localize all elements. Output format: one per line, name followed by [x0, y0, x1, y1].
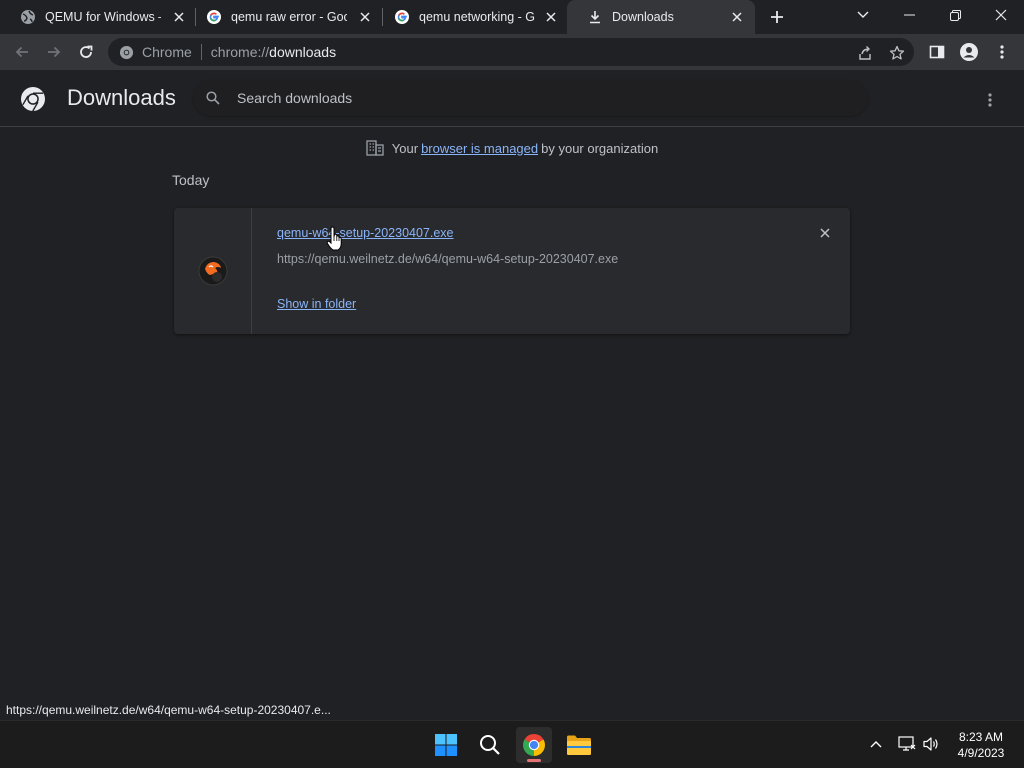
tab-downloads[interactable]: Downloads [567, 0, 755, 34]
chrome-menu-icon[interactable] [990, 40, 1014, 64]
close-tab-icon[interactable] [357, 9, 373, 25]
browser-toolbar: Chrome chrome://downloads [0, 34, 1024, 70]
google-icon [206, 9, 222, 25]
file-icon-column [174, 208, 252, 334]
profile-icon[interactable] [957, 40, 981, 64]
search-icon [205, 90, 221, 106]
globe-icon [20, 9, 36, 25]
managed-notice: Your browser is managed by your organiza… [0, 139, 1024, 157]
remove-from-list-icon[interactable] [817, 225, 833, 241]
forward-button[interactable] [42, 40, 66, 64]
hand-cursor-icon [326, 226, 342, 251]
browser-managed-link[interactable]: browser is managed [421, 141, 538, 156]
volume-icon[interactable] [923, 735, 941, 753]
close-tab-icon[interactable] [729, 9, 745, 25]
omnibox-divider [200, 44, 202, 60]
side-panel-icon[interactable] [925, 40, 949, 64]
download-source-url: https://qemu.weilnetz.de/w64/qemu-w64-se… [277, 252, 619, 266]
clock-date: 4/9/2023 [957, 746, 1005, 760]
more-actions-icon[interactable] [978, 88, 1002, 112]
network-icon[interactable] [898, 735, 916, 753]
download-icon [587, 9, 603, 25]
tab-title: QEMU for Windows – In [45, 10, 161, 24]
qemu-app-icon [198, 256, 227, 286]
chrome-icon[interactable] [516, 727, 552, 763]
chrome-site-icon[interactable] [118, 44, 134, 60]
url-host: downloads [269, 44, 337, 60]
site-chip-label: Chrome [142, 44, 192, 60]
tab-title: qemu raw error - Goog [231, 10, 347, 24]
google-icon [394, 9, 410, 25]
download-item-card: qemu-w64-setup-20230407.exe https://qemu… [174, 208, 850, 334]
managed-suffix: by your organization [541, 140, 659, 156]
close-tab-icon[interactable] [543, 9, 559, 25]
building-icon [366, 139, 384, 157]
tab-strip: QEMU for Windows – In qemu raw error - G… [0, 0, 1024, 34]
tab-qemu-networking[interactable]: qemu networking - Go [374, 0, 567, 34]
share-icon[interactable] [856, 44, 874, 62]
search-icon[interactable] [472, 727, 508, 763]
download-file-name-link[interactable]: qemu-w64-setup-20230407.exe [277, 226, 454, 240]
close-window-button[interactable] [978, 0, 1024, 30]
url-scheme: chrome:// [210, 44, 270, 60]
new-tab-button[interactable] [766, 6, 788, 28]
search-input[interactable] [237, 90, 837, 106]
link-status-bar: https://qemu.weilnetz.de/w64/qemu-w64-se… [0, 700, 337, 720]
minimize-button[interactable] [886, 0, 932, 30]
windows-start-icon[interactable] [428, 727, 464, 763]
taskbar-clock[interactable]: 8:23 AM 4/9/2023 [948, 729, 1014, 761]
back-button[interactable] [10, 40, 34, 64]
page-title: Downloads [67, 85, 176, 110]
tab-title: qemu networking - Go [419, 10, 535, 24]
reload-button[interactable] [74, 40, 98, 64]
tab-qemu-for-windows[interactable]: QEMU for Windows – In [0, 0, 195, 34]
url-text[interactable]: chrome://downloads [211, 44, 336, 60]
active-app-indicator [527, 759, 541, 762]
close-tab-icon[interactable] [171, 9, 187, 25]
file-explorer-icon[interactable] [561, 727, 597, 763]
show-hidden-icons-chevron-icon[interactable] [867, 735, 885, 753]
show-in-folder-link[interactable]: Show in folder [277, 297, 356, 311]
tab-qemu-raw-error[interactable]: qemu raw error - Goog [186, 0, 381, 34]
tab-title: Downloads [612, 10, 674, 24]
bookmark-star-icon[interactable] [888, 44, 906, 62]
chrome-logo-icon [21, 87, 45, 112]
restore-button[interactable] [932, 0, 978, 30]
windows-taskbar: 8:23 AM 4/9/2023 [0, 720, 1024, 768]
clock-time: 8:23 AM [958, 730, 1004, 744]
downloads-header: Downloads [0, 70, 1024, 127]
address-bar[interactable]: Chrome chrome://downloads [108, 38, 914, 66]
search-box[interactable] [193, 80, 868, 116]
tab-search-button[interactable] [840, 0, 886, 30]
managed-prefix: Your [391, 140, 419, 156]
date-group-label: Today [172, 172, 210, 188]
